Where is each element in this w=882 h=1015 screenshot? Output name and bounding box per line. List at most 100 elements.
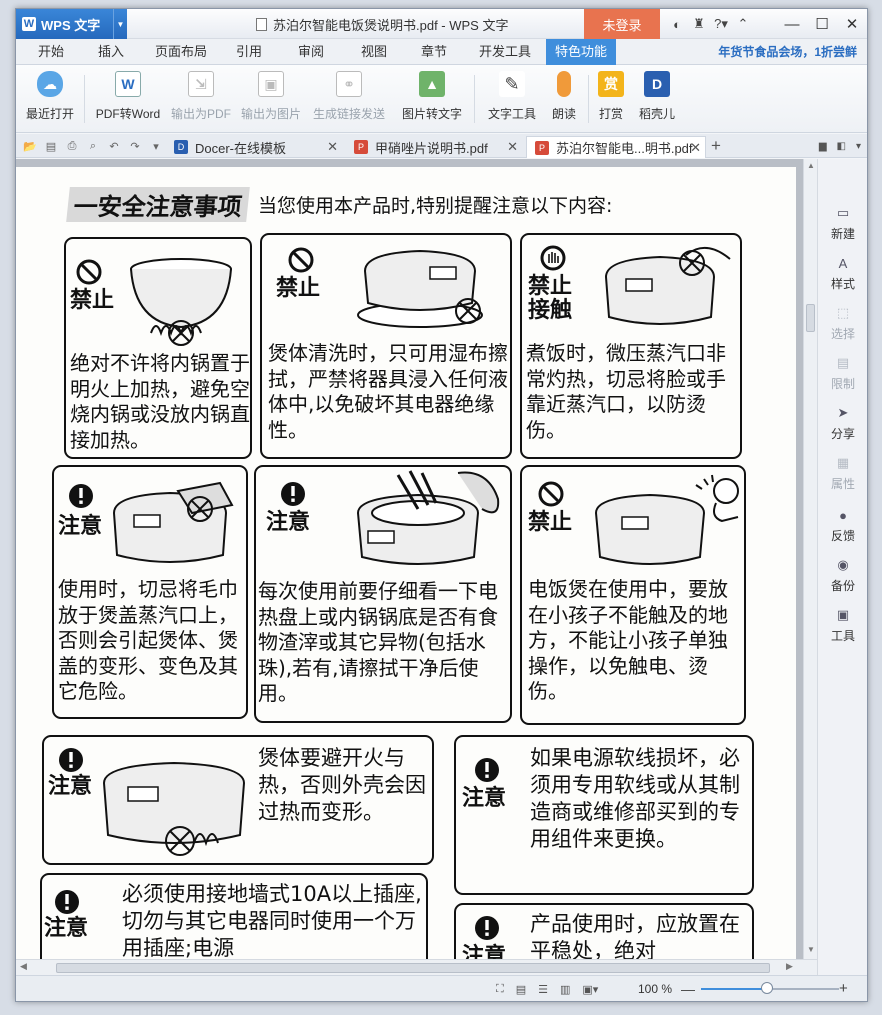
zoom-level[interactable]: 100 % (638, 976, 672, 1001)
doc-tab-metronidazole[interactable]: P 甲硝唑片说明书.pdf ✕ (346, 136, 522, 158)
tab-page-layout[interactable]: 页面布局 (155, 39, 207, 65)
chevron-down-icon[interactable]: ▼ (113, 9, 127, 39)
zoom-slider-knob[interactable] (761, 982, 774, 994)
safety-panel-4: 注意 使用时，切忌将毛巾放于煲盖蒸汽口上，否则会引起煲体、煲盖的变形、变色及其它… (52, 465, 248, 719)
tab-developer[interactable]: 开发工具 (479, 39, 531, 65)
collapse-ribbon-icon[interactable]: ⌃ (732, 9, 754, 39)
ribbon: ☁ 最近打开 W PDF转Word ⇲ 输出为PDF ▣ 输出为图片 ⚭ 生成链… (16, 65, 867, 133)
towel-cooker-illustration (112, 481, 234, 563)
pdf-icon: P (354, 140, 368, 154)
page-view-icon[interactable]: ▤ (516, 983, 526, 996)
web-view-icon[interactable]: ▥ (560, 983, 570, 996)
customize-dropdown-icon[interactable]: ▾ (148, 140, 164, 153)
view-mode-icons: ⛶ ▤ ☰ ▥ ▣▾ (496, 976, 598, 1001)
quick-access-toolbar: 📂 ▤ ⎙ ⌕ ↶ ↷ ▾ (22, 134, 164, 158)
login-button[interactable]: 未登录 (584, 9, 660, 39)
doc-tab-rice-cooker[interactable]: P 苏泊尔智能电...明书.pdf ✕ (526, 136, 706, 158)
recent-open-button[interactable]: ☁ 最近打开 (24, 71, 76, 129)
panel-select-button[interactable]: ⬚ 选择 (818, 305, 867, 342)
print-preview-icon[interactable]: ⌕ (85, 140, 101, 153)
reading-mode-icon[interactable]: ▣▾ (582, 983, 598, 996)
caution-icon (281, 482, 305, 506)
panel-share-button[interactable]: ➤ 分享 (818, 405, 867, 442)
horizontal-scroll-thumb[interactable] (56, 963, 770, 973)
scroll-up-icon[interactable]: ▲ (804, 161, 818, 170)
doc-tab-label: 苏泊尔智能电...明书.pdf (556, 141, 693, 156)
panel-style-button[interactable]: A 样式 (818, 255, 867, 292)
microphone-icon (557, 71, 571, 97)
export-pdf-button[interactable]: ⇲ 输出为PDF (170, 71, 232, 129)
image-to-text-button[interactable]: ▲ 图片转文字 (399, 71, 465, 129)
panel-tools-button[interactable]: ▣ 工具 (818, 607, 867, 644)
open-folder-icon[interactable]: 📂 (22, 140, 38, 153)
panel-text: 每次使用前要仔细看一下电热盘上或内锅锅底是否有食物渣滓或其它异物(包括水珠),若… (258, 579, 498, 706)
wps-window: W WPS 文字 ▼ 苏泊尔智能电饭煲说明书.pdf - WPS 文字 未登录 … (15, 8, 868, 1002)
backup-icon: ◉ (837, 557, 849, 572)
docer-button[interactable]: D 稻壳儿 (636, 71, 678, 129)
promo-link[interactable]: 年货节食品会场，1折尝鲜 (718, 39, 857, 65)
tab-references[interactable]: 引用 (236, 39, 262, 65)
read-aloud-label: 朗读 (551, 107, 576, 121)
save-icon[interactable]: ▤ (43, 140, 59, 153)
fit-page-icon[interactable]: ⛶ (496, 983, 504, 996)
text-tools-button[interactable]: ✎ 文字工具 (481, 71, 543, 129)
reward-label: 打赏 (598, 107, 623, 121)
zoom-out-icon[interactable]: — (681, 976, 695, 1001)
tab-review[interactable]: 审阅 (298, 39, 324, 65)
tab-view[interactable]: 视图 (361, 39, 387, 65)
panel-text: 煮饭时，微压蒸汽口非常灼热，切忌将脸或手靠近蒸汽口，以防烫伤。 (526, 341, 726, 442)
close-tab-icon[interactable]: ✕ (690, 137, 701, 159)
tab-insert[interactable]: 插入 (98, 39, 124, 65)
panel-feedback-button[interactable]: ● 反馈 (818, 507, 867, 544)
panel-restrict-button[interactable]: ▤ 限制 (818, 355, 867, 392)
wps-logo-icon: W (22, 17, 36, 31)
docer-mini-icon[interactable]: ◧ (837, 141, 846, 152)
app-menu-button[interactable]: W WPS 文字 ▼ (16, 9, 127, 39)
vertical-scroll-thumb[interactable] (806, 304, 815, 332)
read-aloud-button[interactable]: 朗读 (548, 71, 580, 129)
settings-dropdown-icon[interactable]: ▾ (856, 141, 861, 152)
skin-icon[interactable]: ◐ (666, 9, 688, 39)
close-tab-icon[interactable]: ✕ (507, 136, 518, 158)
panel-text: 产品使用时，应放置在平稳处，绝对 (530, 912, 740, 959)
close-tab-icon[interactable]: ✕ (327, 136, 338, 158)
doc-tab-label: 甲硝唑片说明书.pdf (375, 140, 488, 156)
print-icon[interactable]: ⎙ (64, 140, 80, 153)
panel-properties-button[interactable]: ▦ 属性 (818, 455, 867, 492)
safety-panel-7: 注意 煲体要避开火与热，否则外壳会因过热而变形。 (42, 735, 434, 865)
pdf-to-word-button[interactable]: W PDF转Word (92, 71, 164, 129)
ribbon-divider (84, 75, 85, 123)
link-send-button[interactable]: ⚭ 生成链接发送 (309, 71, 389, 129)
scroll-left-icon[interactable]: ◀ (20, 961, 27, 972)
close-icon[interactable]: ✕ (837, 9, 867, 39)
maximize-icon[interactable]: ☐ (807, 9, 837, 39)
new-tab-icon[interactable]: + (711, 134, 721, 158)
help-icon[interactable]: ?▾ (710, 9, 732, 39)
horizontal-scrollbar[interactable]: ◀ ▶ (16, 959, 817, 975)
doc-tab-docer[interactable]: D Docer-在线模板 ✕ (166, 136, 342, 158)
scroll-right-icon[interactable]: ▶ (786, 961, 793, 972)
reward-button[interactable]: 赏 打赏 (596, 71, 626, 129)
zoom-in-icon[interactable]: + (839, 976, 848, 1001)
minimize-icon[interactable]: — (777, 9, 807, 39)
shirt-icon[interactable]: ♜ (688, 9, 710, 39)
export-image-button[interactable]: ▣ 输出为图片 (238, 71, 304, 129)
panel-new-button[interactable]: ▭ 新建 (818, 205, 867, 242)
redo-icon[interactable]: ↷ (127, 140, 143, 153)
panel-text: 使用时，切忌将毛巾放于煲盖蒸汽口上，否则会引起煲体、煲盖的变形、变色及其它危险。 (58, 577, 238, 704)
caution-icon (475, 916, 499, 940)
status-bar: ⛶ ▤ ☰ ▥ ▣▾ 100 % — + (16, 975, 867, 1001)
tab-special-features[interactable]: 特色功能 (546, 39, 617, 65)
panel-item-label: 限制 (830, 377, 855, 391)
document-view[interactable]: 一安全注意事项 当您使用本产品时,特别提醒注意以下内容: 禁止 绝对不许将内锅置… (16, 159, 803, 959)
scroll-down-icon[interactable]: ▼ (804, 945, 818, 954)
tab-home[interactable]: 开始 (38, 39, 64, 65)
file-icon (256, 17, 267, 31)
zoom-slider[interactable] (701, 982, 839, 994)
panel-backup-button[interactable]: ◉ 备份 (818, 557, 867, 594)
vertical-scrollbar[interactable]: ▲ ▼ (803, 159, 817, 959)
tab-chapter[interactable]: 章节 (421, 39, 447, 65)
undo-icon[interactable]: ↶ (106, 140, 122, 153)
outline-view-icon[interactable]: ☰ (538, 983, 548, 996)
tab-list-icon[interactable]: ▆ (819, 141, 827, 152)
